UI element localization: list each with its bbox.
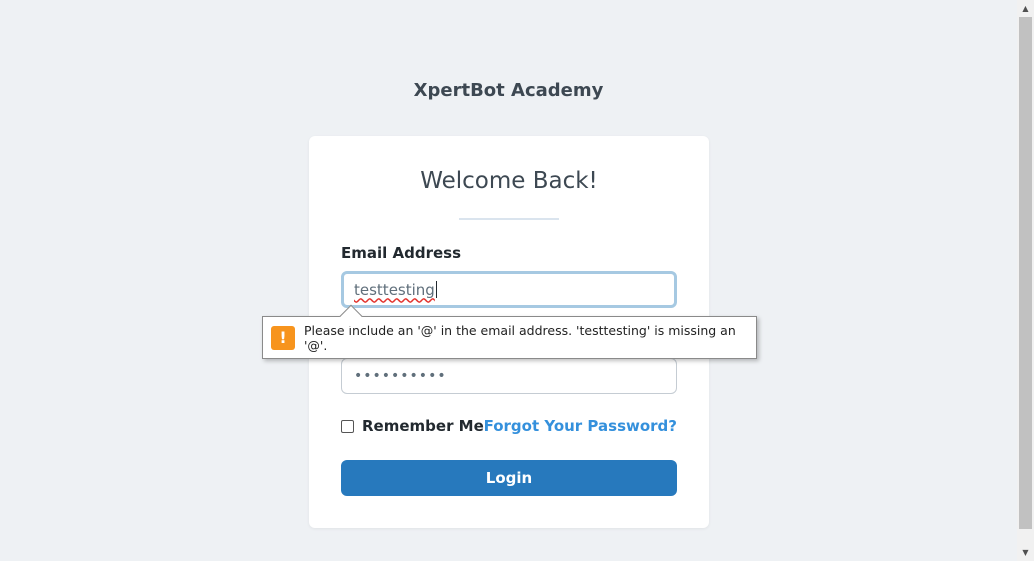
validation-tooltip: ! Please include an '@' in the email add… [262,304,757,359]
welcome-heading: Welcome Back! [420,168,598,194]
email-input[interactable]: testtesting [341,271,677,308]
forgot-password-link[interactable]: Forgot Your Password? [484,417,677,435]
remember-me-label[interactable]: Remember Me [362,417,484,435]
brand-title: XpertBot Academy [413,80,604,101]
validation-message: Please include an '@' in the email addre… [304,322,736,353]
login-button[interactable]: Login [341,460,677,496]
warning-icon: ! [271,325,295,350]
email-label: Email Address [341,244,462,262]
heading-divider [459,218,559,220]
remember-me-checkbox[interactable] [341,419,354,433]
password-input[interactable]: •••••••••• [341,358,677,394]
scroll-up-arrow-icon[interactable]: ▲ [1017,0,1034,17]
vertical-scrollbar[interactable]: ▲ ▼ [1017,0,1034,561]
email-value: testtesting [354,280,435,299]
scroll-down-arrow-icon[interactable]: ▼ [1017,544,1034,561]
remember-me[interactable]: Remember Me [341,417,484,435]
scroll-thumb[interactable] [1019,17,1032,529]
password-value: •••••••••• [354,368,447,384]
text-caret [435,281,437,298]
